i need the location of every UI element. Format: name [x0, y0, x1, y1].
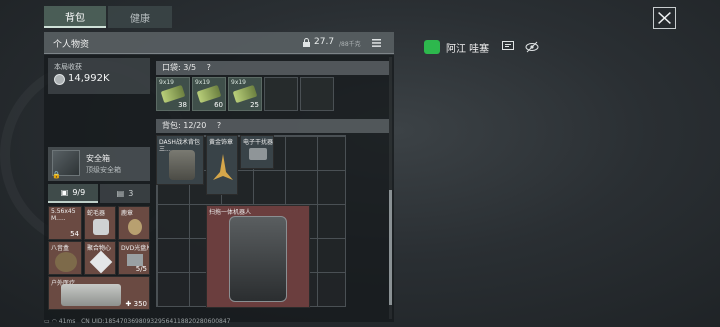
scrollbar-thumb[interactable] — [389, 190, 392, 305]
inventory-header: 个人物资 27.7 /88千克 — [44, 32, 394, 54]
weight-lock-icon — [303, 38, 310, 47]
item-name: 9x19 — [159, 79, 175, 86]
item-count: 60 — [214, 101, 223, 109]
backpack-item-dash[interactable]: DASH战术背包 三... — [156, 135, 204, 185]
backpack-item-gold-badge[interactable]: 黄金饰章 — [206, 135, 238, 195]
item-name: 聚合物心 — [87, 245, 112, 252]
subtab-safe-count: 9/9 — [72, 188, 86, 197]
weight-value: 27.7 — [314, 37, 335, 47]
player-name: 阿江 哇塞 — [446, 44, 490, 55]
earnings-label: 本局收获 — [54, 63, 82, 71]
subtab-safe-items[interactable]: ▣ 9/9 — [48, 184, 98, 203]
status-bar: ▭ ◠ 41ms CN UID:185470369809329564118820… — [44, 318, 230, 325]
earnings-box: 本局收获 14,992K — [48, 58, 150, 94]
inventory-title: 个人物资 — [53, 40, 90, 50]
item-name: 9x19 — [195, 79, 211, 86]
pocket-header: 口袋: 3/5 ? — [156, 61, 389, 75]
item-name: 鹿章 — [121, 210, 134, 217]
item-name: 黄金饰章 — [209, 139, 234, 146]
safe-item-6[interactable]: DVD光盘片 5/5 — [118, 241, 150, 275]
item-count: 5/5 — [135, 265, 147, 273]
item-name: 电子干扰器 — [243, 139, 274, 146]
safe-subtitle: 顶级安全箱 — [86, 166, 121, 174]
battery-icon: ▭ — [44, 318, 50, 325]
tab-backpack[interactable]: 背包 — [44, 6, 106, 28]
wechat-icon — [424, 40, 440, 54]
jammer-art — [249, 148, 267, 160]
weight-capacity: /88千克 — [339, 41, 361, 48]
pocket-label: 口袋: 3/5 — [162, 63, 197, 72]
item-name: 5.56x45 — [51, 208, 76, 215]
safe-lock-icon: 🔒 — [52, 171, 61, 179]
item-name: 蛇毛器 — [87, 210, 106, 217]
ping-value: 41ms — [58, 318, 76, 325]
close-button[interactable] — [653, 7, 676, 29]
item-count: 25 — [250, 101, 259, 109]
backpack-art — [169, 150, 195, 180]
safe-item-4[interactable]: 八音盒 — [48, 241, 82, 275]
item-art — [55, 252, 77, 272]
backpack-header: 背包: 12/20 ? — [156, 119, 389, 133]
safe-box[interactable]: 🔒 安全箱 顶级安全箱 — [48, 147, 150, 181]
coin-icon — [54, 74, 65, 85]
safe-item-2[interactable]: 蛇毛器 — [84, 206, 116, 240]
safe-item-3[interactable]: 鹿章 — [118, 206, 150, 240]
gold-badge-icon — [213, 154, 233, 180]
item-art — [93, 219, 109, 235]
bag-icon: ▣ — [60, 188, 69, 197]
uid-text: CN UID:185470369809329564118820280600847 — [81, 318, 231, 325]
pocket-help-icon[interactable]: ? — [207, 63, 211, 72]
earnings-value: 14,992K — [68, 73, 110, 84]
hide-eye-icon[interactable] — [525, 41, 539, 53]
pocket-empty-slot[interactable] — [264, 77, 298, 111]
pocket-item-3[interactable]: 9x19 25 — [228, 77, 262, 111]
pocket-item-1[interactable]: 9x19 38 — [156, 77, 190, 111]
robot-vacuum-art — [229, 216, 287, 302]
item-count: ✚ 350 — [125, 300, 147, 308]
item-name: 八音盒 — [51, 245, 70, 252]
item-name: DVD光盘片 — [121, 245, 150, 252]
item-art — [89, 250, 113, 274]
safe-item-ammo[interactable]: 5.56x45 M..... 54 — [48, 206, 82, 240]
tab-health[interactable]: 健康 — [108, 6, 172, 28]
backpack-label: 背包: 12/20 — [162, 121, 207, 130]
item-art — [61, 284, 121, 306]
wifi-icon: ◠ — [51, 318, 57, 325]
item-subname: M..... — [51, 215, 66, 222]
item-count: 54 — [70, 230, 79, 238]
safe-name: 安全箱 — [86, 154, 110, 163]
backpack-item-robot-vacuum[interactable]: 扫拖一体机器人 — [206, 205, 310, 308]
backpack-help-icon[interactable]: ? — [217, 121, 221, 130]
pocket-item-2[interactable]: 9x19 60 — [192, 77, 226, 111]
item-name: 9x19 — [231, 79, 247, 86]
chat-icon[interactable] — [502, 41, 514, 52]
pocket-empty-slot[interactable] — [300, 77, 334, 111]
item-count: 38 — [178, 101, 187, 109]
backpack-item-jammer[interactable]: 电子干扰器 — [240, 135, 274, 169]
item-art — [128, 219, 142, 235]
subtab-other-count: 3 — [128, 189, 134, 198]
list-menu-icon[interactable] — [372, 39, 381, 47]
item-name: 扫拖一体机器人 — [209, 209, 252, 216]
safe-item-5[interactable]: 聚合物心 — [84, 241, 116, 275]
subtab-other[interactable]: ▤ 3 — [100, 184, 150, 203]
safe-item-medkit[interactable]: 户外医疗 ✚ 350 — [48, 276, 150, 310]
jar-icon: ▤ — [116, 189, 125, 198]
